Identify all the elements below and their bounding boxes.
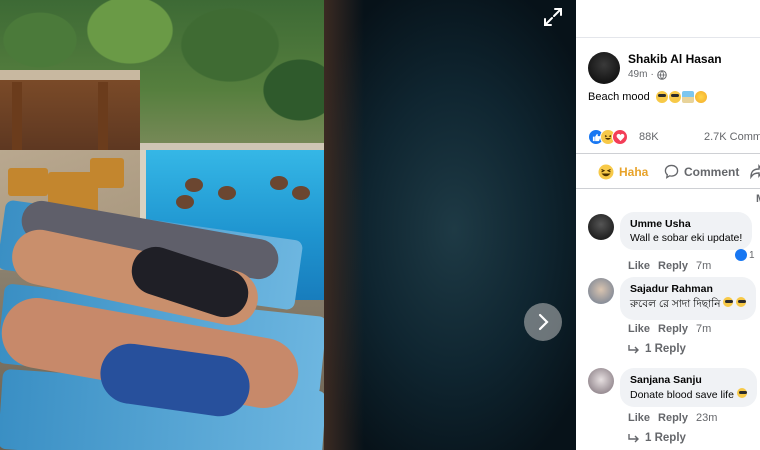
post-panel: Shakib Al Hasan 49m · Beach mood 88K 2.7… [576,0,760,450]
reply-arrow-icon [628,345,639,354]
comment-like-button[interactable]: Like [628,260,650,272]
laughing-emoji-icon [736,388,747,398]
post-meta: 49m · [628,69,667,80]
author-avatar[interactable] [588,52,620,84]
next-photo-button[interactable] [524,303,562,341]
view-replies-link[interactable]: 1 Reply [628,343,686,355]
comment-text: রুবেল রে সাদা দিছানি [630,297,747,314]
view-replies-link[interactable]: 1 Reply [628,432,686,444]
comment-label: Comment [684,164,740,179]
comment-sort-toggle[interactable]: M [756,193,760,205]
view-replies-label: 1 Reply [645,343,686,355]
comment-bubble: Sanjana Sanju Donate blood save life [620,368,757,407]
comment-like-button[interactable]: Like [628,412,650,424]
comment-text: Donate blood save life [630,388,747,401]
beach-emoji-icon [681,91,694,103]
view-replies-label: 1 Reply [645,432,686,444]
photo-pillar [98,82,108,152]
photo-pillar [12,82,22,152]
sun-emoji-icon [694,91,707,103]
comment-avatar[interactable] [588,214,614,240]
comment-bubble: Umme Usha Wall e sobar eki update! [620,212,753,250]
comment-text-content: রুবেল রে সাদা দিছানি [630,298,721,310]
comment-text: Wall e sobar eki update! [630,232,743,244]
laughing-emoji-icon [736,297,747,307]
comment-author[interactable]: Umme Usha [630,218,742,230]
photo-chair [8,168,48,196]
comment-reply-button[interactable]: Reply [658,412,688,424]
author-name[interactable]: Shakib Al Hasan [628,52,722,66]
reply-arrow-icon [628,434,639,443]
share-icon[interactable] [749,163,760,184]
haha-label: Haha [619,165,649,179]
sunglasses-emoji-icon [655,91,668,103]
comment-actions: Like Reply 23m [628,412,717,424]
comment-like-button[interactable]: Like [628,323,650,335]
comment-actions: Like Reply 7m [628,323,711,335]
sunglasses-emoji-icon [668,91,681,103]
photo-swimmer [185,178,203,192]
comment-author[interactable]: Sanjana Sanju [630,374,747,386]
comment-time[interactable]: 23m [696,412,717,424]
comment-reply-button[interactable]: Reply [658,323,688,335]
post-photo[interactable] [0,0,324,450]
comment-time[interactable]: 7m [696,323,711,335]
comment-actions: Like Reply 7m [628,260,711,272]
comment-time[interactable]: 7m [696,260,711,272]
post-text-content: Beach mood [588,91,650,103]
chevron-right-icon [538,313,549,331]
like-icon [735,249,747,261]
comment-author[interactable]: Sajadur Rahman [630,283,746,295]
photo-swimmer [218,186,236,200]
comment-count[interactable]: 2.7K Comm [704,131,760,143]
laughing-emoji-icon [723,297,734,307]
comment-bubble: Sajadur Rahman রুবেল রে সাদা দিছানি [620,277,757,320]
photo-blur-edge [324,0,364,450]
reaction-icons[interactable] [588,129,628,145]
comment-avatar[interactable] [588,278,614,304]
photo-chair [90,158,124,188]
post-action-bar: Haha Comment [576,153,760,189]
haha-reaction-button[interactable]: Haha [598,164,648,180]
post-time[interactable]: 49m [628,69,647,80]
globe-icon [656,69,667,80]
comment-reply-button[interactable]: Reply [658,260,688,272]
love-icon [612,129,628,145]
reaction-count[interactable]: 88K [639,131,659,143]
photo-swimmer [270,176,288,190]
comment-avatar[interactable] [588,368,614,394]
haha-icon [598,164,614,180]
photo-swimmer [176,195,194,209]
comment-reaction-count: 1 [749,249,755,261]
meta-separator: · [650,69,654,80]
photo-swimmer [292,186,310,200]
expand-icon[interactable] [542,6,564,28]
comment-icon [664,164,679,179]
panel-top-bar [576,0,760,38]
comment-text-content: Donate blood save life [630,389,734,401]
comment-button[interactable]: Comment [664,164,739,179]
post-text: Beach mood [588,91,707,103]
comment-reactions[interactable]: 1 [735,249,755,261]
